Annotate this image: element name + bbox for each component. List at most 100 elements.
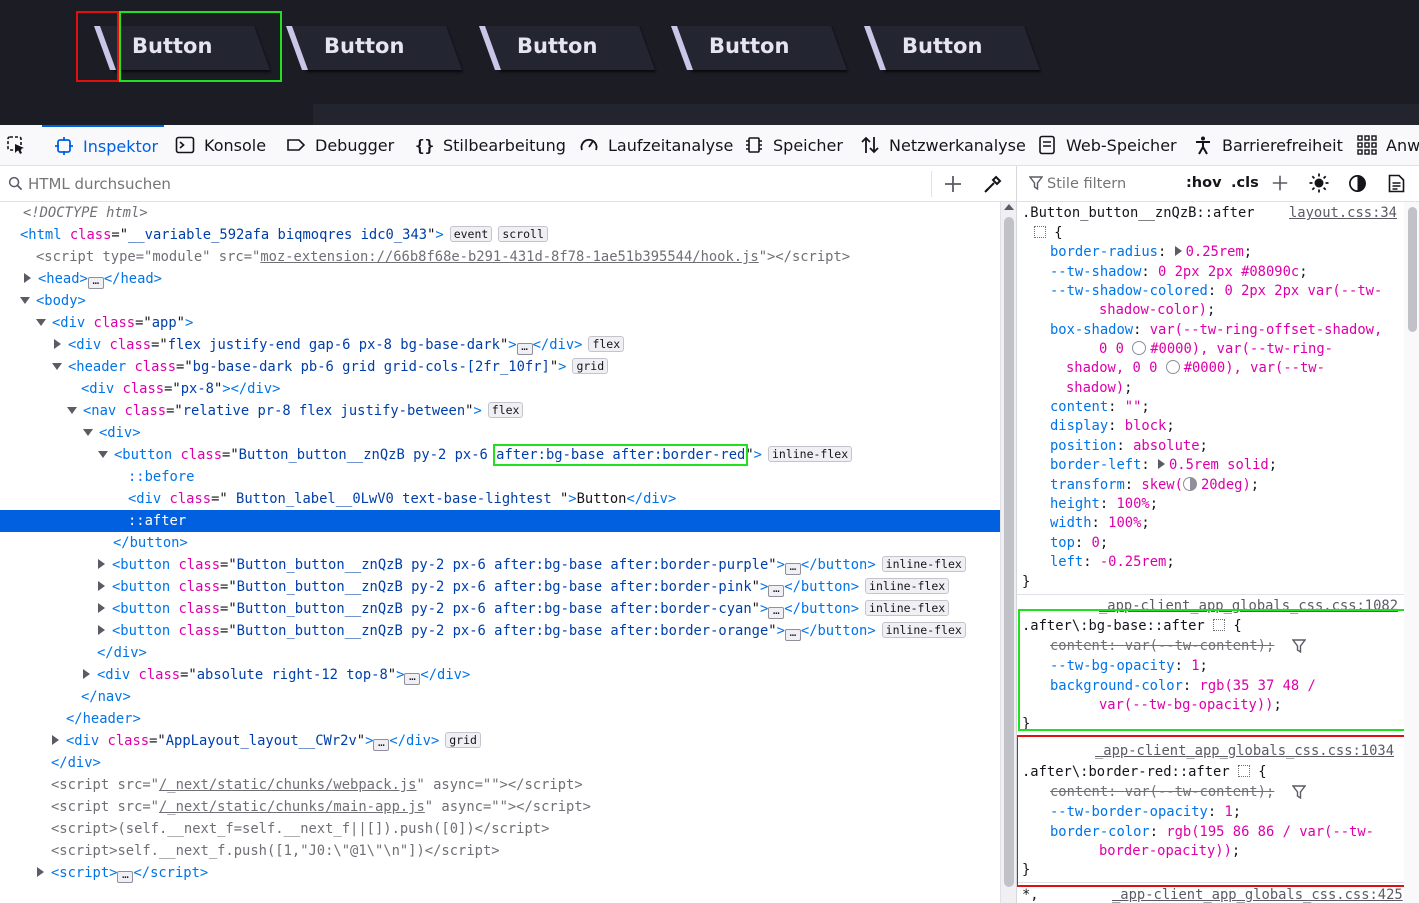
ellipsis-icon[interactable]: …: [784, 561, 801, 575]
expand-arrow-icon[interactable]: [1174, 246, 1182, 256]
tree-node-nav-close[interactable]: </nav>: [0, 686, 1000, 708]
tree-node-script-collapsed[interactable]: <script>… </script>: [0, 862, 1000, 884]
tree-node-div-app-close[interactable]: </div>: [0, 752, 1000, 774]
tree-node-div-px8[interactable]: <div class="px-8"></div>: [0, 378, 1000, 400]
preview-button-purple[interactable]: Button: [284, 26, 466, 70]
decl-tw-shadow[interactable]: --tw-shadow: 0 2px 2px #08090c;: [1050, 262, 1308, 282]
decl-display[interactable]: display: block;: [1050, 416, 1175, 436]
expand-arrow-icon[interactable]: [24, 273, 31, 283]
angle-swatch[interactable]: [1182, 477, 1197, 491]
tree-node-script-inline-1[interactable]: <script>(self.__next_f=self.__next_f||[]…: [0, 818, 1000, 840]
decl-border-left[interactable]: border-left: 0.5rem solid;: [1050, 455, 1277, 475]
preview-button-pink[interactable]: Button: [477, 26, 659, 70]
tab-konsole[interactable]: Konsole: [175, 125, 266, 165]
flex-badge[interactable]: flex: [588, 336, 625, 352]
tab-speicher[interactable]: Speicher: [744, 125, 843, 165]
tree-node-html[interactable]: <html class="__variable_592afa biqmoqres…: [0, 224, 1000, 246]
tree-node-button-red[interactable]: <button class="Button_button__znQzB py-2…: [0, 444, 1000, 466]
scroll-up-icon[interactable]: [1004, 204, 1014, 210]
decl-border-radius[interactable]: border-radius: 0.25rem;: [1050, 242, 1252, 262]
color-swatch[interactable]: [1132, 341, 1147, 355]
cls-toggle[interactable]: .cls: [1231, 175, 1259, 191]
decl-content[interactable]: content: "";: [1050, 397, 1150, 417]
expand-arrow-icon[interactable]: [1158, 459, 1165, 469]
decl-position[interactable]: position: absolute;: [1050, 436, 1208, 456]
event-badge[interactable]: event: [449, 226, 493, 242]
tree-node-script-mainapp[interactable]: <script src="/_next/static/chunks/main-a…: [0, 796, 1000, 818]
ellipsis-icon[interactable]: …: [87, 275, 104, 289]
decl-tw-shadow-colored[interactable]: --tw-shadow-colored: 0 2px 2px var(--tw-: [1050, 281, 1382, 301]
tab-debugger[interactable]: Debugger: [286, 125, 394, 165]
tree-node-after-selected[interactable]: ::after: [0, 510, 1000, 532]
expand-arrow-icon[interactable]: [98, 559, 105, 569]
scrollbar-thumb[interactable]: [1408, 207, 1417, 332]
rules-list[interactable]: .Button_button__znQzB::after layout.css:…: [1017, 202, 1419, 903]
collapse-arrow-icon[interactable]: [67, 407, 77, 414]
tab-barrierefreiheit[interactable]: Barrierefreiheit: [1193, 125, 1343, 165]
expand-arrow-icon[interactable]: [54, 339, 61, 349]
ellipsis-icon[interactable]: …: [404, 671, 421, 685]
expand-arrow-icon[interactable]: [37, 867, 44, 877]
markup-tree[interactable]: <!DOCTYPE html> <html class="__variable_…: [0, 202, 1000, 903]
decl-top[interactable]: top: 0;: [1050, 533, 1108, 553]
add-rule-icon[interactable]: [1271, 174, 1289, 192]
script-link[interactable]: moz-extension://66b8f68e-b291-431d-8f78-…: [260, 249, 758, 265]
tab-netzwerkanalyse[interactable]: Netzwerkanalyse: [860, 125, 1026, 165]
collapse-arrow-icon[interactable]: [98, 451, 108, 458]
decl-left[interactable]: left: -0.25rem;: [1050, 552, 1175, 572]
tree-node-script-webpack[interactable]: <script src="/_next/static/chunks/webpac…: [0, 774, 1000, 796]
collapse-arrow-icon[interactable]: [83, 429, 93, 436]
print-media-icon[interactable]: [1388, 174, 1405, 193]
rule-source-link[interactable]: layout.css:34: [1289, 203, 1397, 223]
html-search-input[interactable]: [28, 173, 908, 195]
light-theme-icon[interactable]: [1309, 173, 1329, 193]
rules-scrollbar[interactable]: [1404, 202, 1419, 903]
tree-node-button-pink[interactable]: <button class="Button_button__znQzB py-2…: [0, 576, 1000, 598]
element-picker-button[interactable]: [6, 125, 34, 165]
inline-flex-badge[interactable]: inline-flex: [865, 578, 950, 594]
tab-anwendung[interactable]: Anw: [1357, 125, 1419, 165]
rule-source-link[interactable]: _app-client_app_globals_css.css:425: [1112, 885, 1403, 903]
tree-node-div[interactable]: <div>: [0, 422, 1000, 444]
scroll-badge[interactable]: scroll: [498, 226, 548, 242]
tab-web-speicher[interactable]: Web-Speicher: [1037, 125, 1177, 165]
expand-arrow-icon[interactable]: [98, 581, 105, 591]
dark-theme-icon[interactable]: [1348, 174, 1367, 193]
rule-selector[interactable]: .Button_button__znQzB::after: [1022, 203, 1255, 223]
script-link[interactable]: /_next/static/chunks/webpack.js: [159, 777, 417, 793]
tree-node-div-absolute[interactable]: <div class="absolute right-12 top-8">… </…: [0, 664, 1000, 686]
collapse-arrow-icon[interactable]: [36, 319, 46, 326]
eyedropper-icon[interactable]: [983, 174, 1003, 194]
ellipsis-icon[interactable]: …: [373, 737, 390, 751]
scrollbar-thumb[interactable]: [1004, 217, 1014, 887]
tree-node-button-close[interactable]: </button>: [0, 532, 1000, 554]
expand-arrow-icon[interactable]: [83, 669, 90, 679]
flex-badge[interactable]: flex: [487, 402, 524, 418]
decl-width[interactable]: width: 100%;: [1050, 513, 1150, 533]
expand-arrow-icon[interactable]: [98, 603, 105, 613]
color-swatch[interactable]: [1165, 360, 1180, 374]
tree-node-body[interactable]: <body>: [0, 290, 1000, 312]
markup-scrollbar[interactable]: [1000, 202, 1016, 903]
inline-flex-badge[interactable]: inline-flex: [767, 446, 853, 462]
tree-node-label-div[interactable]: <div class=" Button_label__0LwV0 text-ba…: [0, 488, 1000, 510]
tree-node-button-orange[interactable]: <button class="Button_button__znQzB py-2…: [0, 620, 1000, 642]
ellipsis-icon[interactable]: …: [768, 605, 785, 619]
inline-flex-badge[interactable]: inline-flex: [881, 556, 966, 572]
expand-arrow-icon[interactable]: [98, 625, 105, 635]
tree-node-before[interactable]: ::before: [0, 466, 1000, 488]
tab-laufzeitanalyse[interactable]: Laufzeitanalyse: [579, 125, 733, 165]
tree-node-div-app[interactable]: <div class="app">: [0, 312, 1000, 334]
tree-node-header-close[interactable]: </header>: [0, 708, 1000, 730]
grid-badge[interactable]: grid: [572, 358, 609, 374]
tree-node-script-inline-2[interactable]: <script>self.__next_f.push([1,"J0:\"@1\"…: [0, 840, 1000, 862]
ellipsis-icon[interactable]: …: [117, 869, 134, 883]
decl-height[interactable]: height: 100%;: [1050, 494, 1158, 514]
decl-box-shadow[interactable]: box-shadow: var(--tw-ring-offset-shadow,: [1050, 320, 1382, 340]
tree-node-doctype[interactable]: <!DOCTYPE html>: [0, 202, 1000, 224]
rules-filter-input[interactable]: [1047, 173, 1177, 195]
tree-node-header[interactable]: <header class="bg-base-dark pb-6 grid gr…: [0, 356, 1000, 378]
ellipsis-icon[interactable]: …: [516, 341, 533, 355]
inline-flex-badge[interactable]: inline-flex: [865, 600, 950, 616]
inline-flex-badge[interactable]: inline-flex: [881, 622, 966, 638]
